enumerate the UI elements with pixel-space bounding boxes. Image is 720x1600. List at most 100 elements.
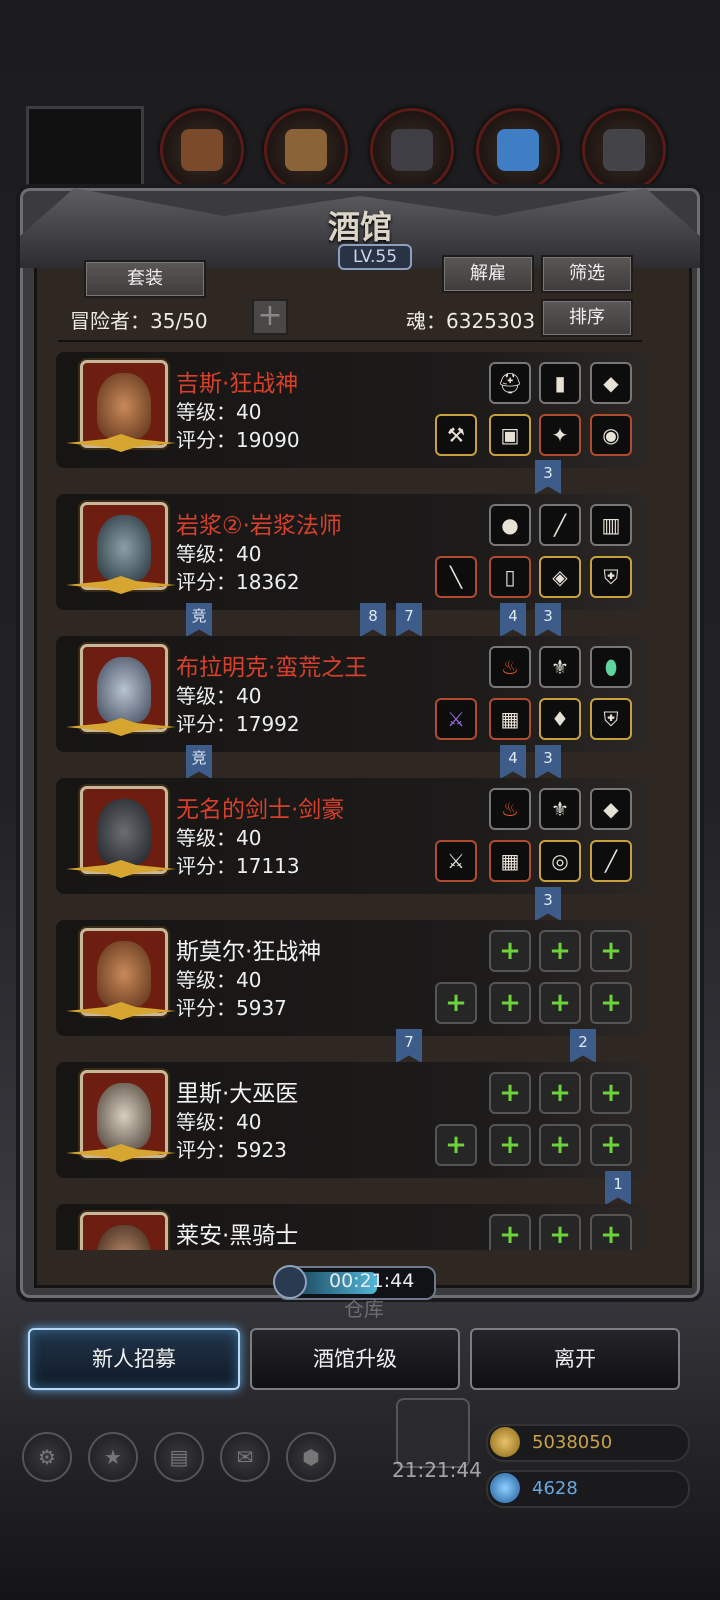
hero-name: 无名的剑士·剑豪 xyxy=(176,797,345,823)
shield-icon[interactable]: ⛨ xyxy=(590,556,632,598)
ore-category-tab[interactable] xyxy=(582,108,666,192)
hero-row[interactable]: 布拉明克·蛮荒之王 等级：40 评分：17992 ♨ ⚜ ⬮ ⚔ ▦ ♦ ⛨ xyxy=(56,636,646,752)
empty-slot-plus-icon[interactable]: + xyxy=(435,1124,477,1166)
staff-icon[interactable]: ╲ xyxy=(435,556,477,598)
dismiss-button[interactable]: 解雇 xyxy=(442,255,534,293)
hero-row[interactable]: 吉斯·狂战神 等级：40 评分：19090 ⛑ ▮ ◆ ⚒ ▣ ✦ ◉ xyxy=(56,352,646,468)
emblem-icon[interactable]: ⚜ xyxy=(539,646,581,688)
leave-button[interactable]: 离开 xyxy=(470,1328,680,1390)
suit-button[interactable]: 套装 xyxy=(84,260,206,298)
jade-icon[interactable]: ⬮ xyxy=(590,646,632,688)
tavern-level-badge: LV.55 xyxy=(338,244,412,270)
header-divider xyxy=(58,340,642,342)
settings-icon[interactable]: ⚙ xyxy=(22,1432,72,1482)
soul-count: 魂：6325303 xyxy=(406,309,536,333)
empty-slot-plus-icon[interactable]: + xyxy=(489,1124,531,1166)
empty-slot-plus-icon[interactable]: + xyxy=(489,930,531,972)
empty-slot-plus-icon[interactable]: + xyxy=(489,1072,531,1114)
spiked-armor-icon[interactable]: ▦ xyxy=(489,698,531,740)
empty-slot-plus-icon[interactable]: + xyxy=(435,982,477,1024)
hero-score: 评分：5937 xyxy=(176,996,287,1020)
expand-capacity-button[interactable]: + xyxy=(252,299,288,335)
hero-name: 吉斯·狂战神 xyxy=(176,371,299,397)
upgrade-tag: 8 xyxy=(360,603,386,637)
feather-icon[interactable]: ╱ xyxy=(539,504,581,546)
gift-timer: 21:21:44 xyxy=(392,1458,482,1482)
hero-name: 布拉明克·蛮荒之王 xyxy=(176,655,368,681)
filter-button[interactable]: 筛选 xyxy=(541,255,633,293)
battle-axe-icon[interactable]: ⚔ xyxy=(435,698,477,740)
hero-row[interactable]: 斯莫尔·狂战神 等级：40 评分：5937 + + + + + + + xyxy=(56,920,646,1036)
axe-icon[interactable]: ⚒ xyxy=(435,414,477,456)
guild-icon[interactable]: ⬢ xyxy=(286,1432,336,1482)
medal-icon[interactable]: ✦ xyxy=(539,414,581,456)
rarity-ornament-icon xyxy=(66,1002,176,1020)
hero-score: 评分：19090 xyxy=(176,428,300,452)
empty-slot-plus-icon[interactable]: + xyxy=(539,1072,581,1114)
empty-slot-plus-icon[interactable]: + xyxy=(590,1072,632,1114)
upgrade-tag: 3 xyxy=(535,603,561,637)
star-icon[interactable]: ★ xyxy=(88,1432,138,1482)
empty-slot-plus-icon[interactable]: + xyxy=(590,1124,632,1166)
empty-slot-plus-icon[interactable]: + xyxy=(539,1124,581,1166)
empty-slot-plus-icon[interactable]: + xyxy=(539,1214,581,1250)
tablet-icon[interactable]: ▮ xyxy=(539,362,581,404)
hero-row[interactable]: 岩浆②·岩浆法师 等级：40 评分：18362 ● ╱ ▥ ╲ ▯ ◈ ⛨ xyxy=(56,494,646,610)
hero-name: 岩浆②·岩浆法师 xyxy=(176,513,342,539)
empty-slot-plus-icon[interactable]: + xyxy=(539,930,581,972)
empty-slot-plus-icon[interactable]: + xyxy=(590,930,632,972)
emblem-icon[interactable]: ⚜ xyxy=(539,788,581,830)
chestplate-icon[interactable]: ▥ xyxy=(590,504,632,546)
upgrade-tag: 4 xyxy=(500,745,526,779)
hero-level: 等级：40 xyxy=(176,542,262,566)
hero-row[interactable]: 莱安·黑骑士 + + + xyxy=(56,1204,646,1250)
rarity-ornament-icon xyxy=(66,434,176,452)
rarity-ornament-icon xyxy=(66,1144,176,1162)
hero-row[interactable]: 里斯·大巫医 等级：40 评分：5923 + + + + + + + xyxy=(56,1062,646,1178)
helmet-icon[interactable]: ⛑ xyxy=(489,362,531,404)
compete-tag: 竞 xyxy=(186,745,212,779)
ring-icon[interactable]: ◉ xyxy=(590,414,632,456)
flame-icon[interactable]: ♨ xyxy=(489,646,531,688)
adventurer-count: 冒险者：35/50 xyxy=(70,309,208,333)
gold-amount: 5038050 xyxy=(532,1432,613,1453)
plate-armor-icon[interactable]: ▦ xyxy=(489,840,531,882)
sort-button[interactable]: 排序 xyxy=(541,299,633,337)
upgrade-tag: 4 xyxy=(500,603,526,637)
crystal-category-tab[interactable] xyxy=(476,108,560,192)
tower-shield-icon[interactable]: ⛨ xyxy=(590,698,632,740)
empty-slot-plus-icon[interactable]: + xyxy=(590,982,632,1024)
iron-category-tab[interactable] xyxy=(370,108,454,192)
sword-icon[interactable]: ⚔ xyxy=(435,840,477,882)
gem-icon xyxy=(490,1473,520,1503)
hero-score: 评分：5923 xyxy=(176,1138,287,1162)
crystal-icon[interactable]: ◆ xyxy=(590,788,632,830)
wood-category-tab[interactable] xyxy=(264,108,348,192)
armor-icon[interactable]: ▣ xyxy=(489,414,531,456)
orb-icon[interactable]: ● xyxy=(489,504,531,546)
recruit-button[interactable]: 新人招募 xyxy=(28,1328,240,1390)
scroll-icon[interactable]: ╱ xyxy=(590,840,632,882)
empty-slot-plus-icon[interactable]: + xyxy=(539,982,581,1024)
orb-icon[interactable]: ◎ xyxy=(539,840,581,882)
hero-list[interactable]: 吉斯·狂战神 等级：40 评分：19090 ⛑ ▮ ◆ ⚒ ▣ ✦ ◉ 3 岩浆… xyxy=(56,350,646,1250)
category-tabs xyxy=(0,100,720,192)
crystal-icon[interactable]: ◆ xyxy=(590,362,632,404)
upgrade-tag: 3 xyxy=(535,460,561,494)
amulet-icon[interactable]: ♦ xyxy=(539,698,581,740)
emerald-icon[interactable]: ◈ xyxy=(539,556,581,598)
quest-icon[interactable]: ▤ xyxy=(154,1432,204,1482)
upgrade-tag: 1 xyxy=(605,1171,631,1205)
robe-icon[interactable]: ▯ xyxy=(489,556,531,598)
empty-slot-plus-icon[interactable]: + xyxy=(489,982,531,1024)
empty-slot-plus-icon[interactable]: + xyxy=(489,1214,531,1250)
mail-icon[interactable]: ✉ xyxy=(220,1432,270,1482)
flame-icon[interactable]: ♨ xyxy=(489,788,531,830)
clock-icon xyxy=(273,1265,307,1299)
gem-amount: 4628 xyxy=(532,1478,578,1499)
hero-row[interactable]: 无名的剑士·剑豪 等级：40 评分：17113 ♨ ⚜ ◆ ⚔ ▦ ◎ ╱ xyxy=(56,778,646,894)
tavern-upgrade-button[interactable]: 酒馆升级 xyxy=(250,1328,460,1390)
empty-slot-plus-icon[interactable]: + xyxy=(590,1214,632,1250)
leather-category-tab[interactable] xyxy=(160,108,244,192)
hero-level: 等级：40 xyxy=(176,1110,262,1134)
